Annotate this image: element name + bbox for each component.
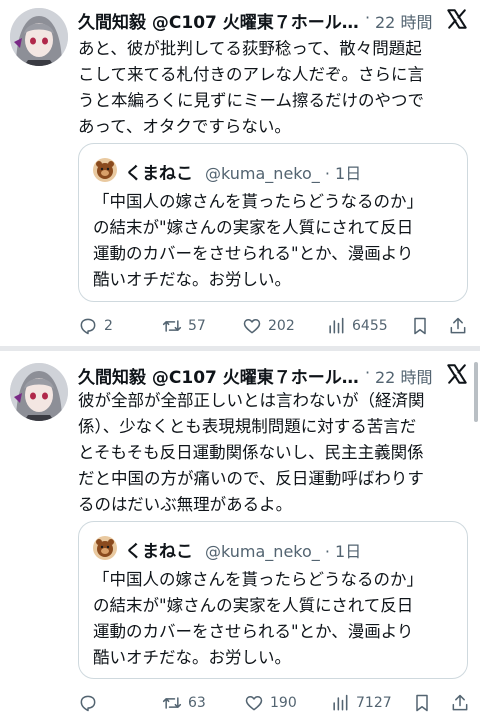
- share-icon: [450, 317, 466, 334]
- post[interactable]: 久間知毅 @C107 火曜東７ホール… · 22 時間 あと、彼が批判してる荻野…: [0, 0, 480, 346]
- post-text: 彼が全部が全部正しいとは言わないが（経済関 係）、少なくとも表現規制問題に対する…: [78, 388, 470, 518]
- bookmark-icon: [416, 694, 428, 712]
- bookmark-button[interactable]: [412, 692, 432, 714]
- like-button[interactable]: 190: [244, 692, 297, 714]
- text-line: 「中国人の嫁さんを貰ったらどうなるのか」: [93, 192, 423, 211]
- avatar[interactable]: [10, 363, 68, 421]
- text-line: 酷いオチだな。お労しい。: [93, 648, 291, 667]
- text-line: るのはだいぶ無理があるよ。: [78, 495, 293, 514]
- text-line: こして来てる札付きのアレな人だぞ。さらに言: [78, 65, 425, 84]
- like-count: 190: [270, 695, 297, 711]
- text-line: あって、オタクですらない。: [78, 117, 291, 136]
- post-header: 久間知毅 @C107 火曜東７ホール… · 22 時間: [78, 363, 470, 388]
- text-line: の結末が"嫁さんの実家を人質にされて反日: [93, 218, 414, 237]
- text-line: うと本編ろくに見ずにミーム擦るだけのやつで: [78, 91, 425, 110]
- views-button[interactable]: 6455: [326, 315, 388, 337]
- text-line: 運動のカバーをさせられる"とか、漫画より: [93, 244, 414, 263]
- views-icon: [329, 317, 344, 334]
- quote-text: 「中国人の嫁さんを貰ったらどうなるのか」 の結末が"嫁さんの実家を人質にされて反…: [93, 189, 453, 293]
- scrollbar[interactable]: [474, 362, 478, 422]
- text-line: の結末が"嫁さんの実家を人質にされて反日: [93, 596, 414, 615]
- x-logo-icon: [447, 364, 467, 384]
- like-count: 202: [268, 318, 295, 334]
- x-logo-icon: [447, 9, 467, 29]
- share-button[interactable]: [448, 315, 468, 337]
- quote-text: 「中国人の嫁さんを貰ったらどうなるのか」 の結末が"嫁さんの実家を人質にされて反…: [93, 567, 453, 671]
- timestamp[interactable]: 22 時間: [375, 9, 432, 33]
- repost-icon: [162, 697, 182, 709]
- views-button[interactable]: 7127: [330, 692, 392, 714]
- quote-tweet-card[interactable]: くまねこ @kuma_neko_ · 1日 「中国人の嫁さんを貰ったらどうなるの…: [78, 143, 468, 302]
- like-icon: [243, 319, 261, 334]
- views-icon: [333, 694, 348, 711]
- quote-author-name: くまねこ: [125, 542, 193, 562]
- post[interactable]: 久間知毅 @C107 火曜東７ホール… · 22 時間 彼が全部が全部正しいとは…: [0, 351, 480, 727]
- quote-handle-time: @kuma_neko_ · 1日: [205, 542, 362, 561]
- reply-button[interactable]: [78, 692, 104, 714]
- action-bar: 63 190 7127: [78, 692, 470, 714]
- quote-handle-time: @kuma_neko_ · 1日: [205, 164, 362, 183]
- text-line: とそもそも反日運動関係ないし、民主主義関係: [78, 443, 424, 462]
- separator-dot: ·: [365, 8, 371, 27]
- avatar[interactable]: [10, 8, 68, 66]
- action-bar: 2 57 202 6455: [78, 315, 470, 337]
- post-header: 久間知毅 @C107 火曜東７ホール… · 22 時間: [78, 8, 470, 33]
- quote-avatar: [93, 158, 117, 182]
- bookmark-icon: [414, 317, 426, 335]
- repost-icon: [162, 320, 182, 332]
- repost-count: 63: [188, 695, 206, 711]
- author-name[interactable]: 久間知毅 @C107 火曜東７ホール…: [78, 363, 359, 388]
- text-line: あと、彼が批判してる荻野稔って、散々問題起: [78, 39, 422, 58]
- text-line: 彼が全部が全部正しいとは言わないが（経済関: [78, 391, 425, 410]
- repost-button[interactable]: 63: [162, 692, 206, 714]
- share-icon: [452, 694, 468, 711]
- views-count: 6455: [352, 318, 388, 334]
- text-line: 酷いオチだな。お労しい。: [93, 270, 291, 289]
- views-count: 7127: [356, 695, 392, 711]
- text-line: 「中国人の嫁さんを貰ったらどうなるのか」: [93, 570, 423, 589]
- reply-count: 2: [104, 318, 113, 334]
- text-line: だと中国の方が痛いので、反日運動呼ばわりす: [78, 469, 424, 488]
- author-name[interactable]: 久間知毅 @C107 火曜東７ホール…: [78, 8, 359, 33]
- reply-icon: [80, 695, 96, 712]
- text-line: 運動のカバーをさせられる"とか、漫画より: [93, 622, 414, 641]
- share-button[interactable]: [450, 692, 470, 714]
- timestamp[interactable]: 22 時間: [375, 364, 432, 388]
- text-line: 係）、少なくとも表現規制問題に対する苦言だ: [78, 417, 417, 436]
- repost-count: 57: [188, 318, 206, 334]
- reply-button[interactable]: 2: [78, 315, 113, 337]
- bookmark-button[interactable]: [410, 315, 430, 337]
- reply-icon: [80, 318, 96, 335]
- like-icon: [245, 696, 263, 711]
- like-button[interactable]: 202: [242, 315, 295, 337]
- repost-button[interactable]: 57: [162, 315, 206, 337]
- quote-avatar: [93, 536, 117, 560]
- post-text: あと、彼が批判してる荻野稔って、散々問題起 こして来てる札付きのアレな人だぞ。さ…: [78, 36, 470, 140]
- quote-tweet-card[interactable]: くまねこ @kuma_neko_ · 1日 「中国人の嫁さんを貰ったらどうなるの…: [78, 521, 468, 679]
- separator-dot: ·: [365, 363, 371, 382]
- quote-author-name: くまねこ: [125, 164, 193, 184]
